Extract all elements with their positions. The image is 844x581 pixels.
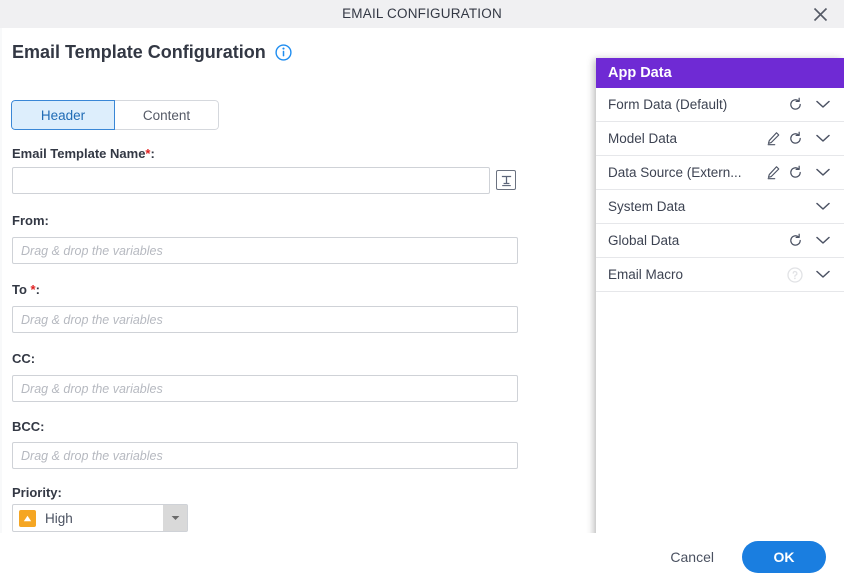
cancel-button[interactable]: Cancel [660, 543, 724, 571]
email-configuration-dialog: EMAIL CONFIGURATION Email Template Confi… [0, 0, 844, 581]
help-question-icon [784, 264, 806, 286]
refresh-icon[interactable] [784, 230, 806, 252]
dialog-footer: Cancel OK [0, 533, 844, 581]
text-format-icon[interactable] [496, 170, 516, 190]
app-data-row-label: Global Data [608, 233, 680, 248]
label-to-text: To [12, 282, 27, 297]
label-suffix-priority: : [57, 485, 62, 500]
label-priority-text: Priority [12, 485, 58, 500]
cc-input[interactable] [12, 375, 518, 402]
app-data-row-data-source[interactable]: Data Source (Extern... [596, 156, 844, 190]
tab-header[interactable]: Header [11, 100, 115, 130]
chevron-down-icon[interactable] [812, 264, 834, 286]
app-data-row-model-data[interactable]: Model Data [596, 122, 844, 156]
app-data-row-label: Model Data [608, 131, 678, 146]
dialog-titlebar: EMAIL CONFIGURATION [0, 0, 844, 28]
app-data-row-email-macro[interactable]: Email Macro [596, 258, 844, 292]
info-icon[interactable] [275, 44, 292, 61]
app-data-header: App Data [596, 58, 844, 88]
app-data-row-global-data[interactable]: Global Data [596, 224, 844, 258]
page-title-row: Email Template Configuration [12, 42, 292, 63]
ok-button[interactable]: OK [742, 541, 826, 573]
label-cc: CC: [12, 351, 35, 366]
label-suffix-to: : [35, 282, 40, 297]
app-data-row-label: System Data [608, 199, 686, 214]
label-suffix-bcc: : [40, 419, 45, 434]
label-email-template-name-text: Email Template Name [12, 146, 146, 161]
edit-pencil-icon[interactable] [762, 162, 784, 184]
app-data-row-label: Form Data (Default) [608, 97, 728, 112]
bcc-input[interactable] [12, 442, 518, 469]
from-input[interactable] [12, 237, 518, 264]
close-icon[interactable] [806, 0, 834, 28]
label-email-template-name: Email Template Name*: [12, 146, 155, 161]
label-bcc: BCC: [12, 419, 45, 434]
label-suffix-from: : [44, 213, 49, 228]
label-priority: Priority: [12, 485, 62, 500]
label-cc-text: CC [12, 351, 31, 366]
edit-pencil-icon[interactable] [762, 128, 784, 150]
app-data-row-system-data[interactable]: System Data [596, 190, 844, 224]
chevron-down-icon[interactable] [812, 230, 834, 252]
refresh-icon[interactable] [784, 162, 806, 184]
page-title: Email Template Configuration [12, 42, 266, 62]
app-data-row-label: Email Macro [608, 267, 684, 282]
label-from: From: [12, 213, 49, 228]
chevron-down-icon[interactable] [812, 162, 834, 184]
priority-select[interactable]: High [12, 504, 188, 532]
chevron-down-icon[interactable] [812, 196, 834, 218]
email-template-name-input[interactable] [12, 167, 490, 194]
left-gutter [0, 28, 2, 533]
tab-content[interactable]: Content [115, 100, 219, 130]
chevron-down-icon[interactable] [812, 94, 834, 116]
refresh-icon[interactable] [784, 128, 806, 150]
label-to: To *: [12, 282, 40, 297]
refresh-icon[interactable] [784, 94, 806, 116]
app-data-title: App Data [608, 65, 672, 81]
app-data-panel: App Data Form Data (Default) Model Data … [596, 58, 844, 533]
tab-group: Header Content [11, 100, 219, 130]
label-suffix-template-name: : [150, 146, 155, 161]
priority-selected-value: High [45, 510, 73, 526]
dialog-body: Email Template Configuration Header Cont… [0, 28, 844, 533]
label-from-text: From [12, 213, 45, 228]
to-input[interactable] [12, 306, 518, 333]
chevron-down-icon[interactable] [812, 128, 834, 150]
dialog-title: EMAIL CONFIGURATION [342, 6, 502, 21]
chevron-down-icon[interactable] [163, 505, 187, 531]
label-bcc-text: BCC [12, 419, 41, 434]
label-suffix-cc: : [30, 351, 36, 366]
app-data-row-form-data[interactable]: Form Data (Default) [596, 88, 844, 122]
app-data-row-label: Data Source (Extern... [608, 165, 742, 180]
priority-high-icon [19, 509, 36, 527]
